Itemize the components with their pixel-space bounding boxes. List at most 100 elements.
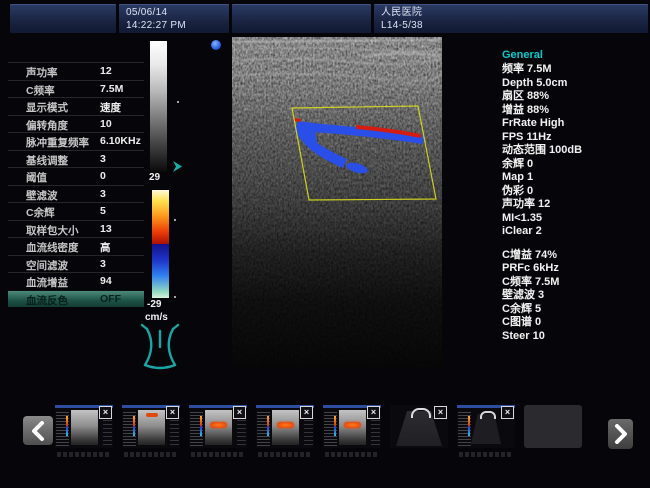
thumbnail-pager-dots <box>124 452 178 457</box>
exam-param: C频率 7.5M <box>502 276 648 290</box>
colorbar-positive <box>152 190 169 244</box>
param-label: 基线调整 <box>26 153 68 168</box>
grayscale-bar <box>150 41 167 172</box>
thumbnail-1[interactable]: × <box>55 405 113 448</box>
param-label: 血流增益 <box>26 275 68 290</box>
param-label: 声功率 <box>26 65 58 80</box>
thumbnail-6[interactable]: × <box>390 405 448 448</box>
thumb-left-strip <box>190 410 203 446</box>
parameter-table: 声功率12C频率7.5M显示模式速度偏转角度10脉冲重复频率6.10KHz基线调… <box>8 62 144 307</box>
filmstrip-prev-button[interactable] <box>23 416 53 445</box>
param-value: 3 <box>100 188 106 200</box>
param-label: C频率 <box>26 83 55 98</box>
hospital-name: 人民医院 <box>381 6 648 19</box>
thumb-left-strip <box>56 410 69 446</box>
ultrasound-app: 05/06/14 14:22:27 PM 人民医院 L14-5/38 声功率12… <box>0 0 650 488</box>
param-row-9[interactable]: C余辉5 <box>8 202 144 220</box>
exam-param: 伪彩 0 <box>502 185 648 199</box>
thumbnail-4[interactable]: × <box>256 405 314 448</box>
chevron-right-icon <box>614 424 628 444</box>
thumbnail-close-icon[interactable]: × <box>99 406 112 419</box>
header-empty-box-2 <box>232 4 371 33</box>
thumb-probe-arc <box>411 408 431 418</box>
param-row-1[interactable]: 声功率12 <box>8 62 144 80</box>
thumb-image <box>71 410 98 445</box>
param-row-13[interactable]: 血流增益 94 <box>8 272 144 290</box>
exam-param: 扇区 88% <box>502 90 648 104</box>
param-row-6[interactable]: 基线调整3 <box>8 150 144 168</box>
param-label: 壁滤波 <box>26 188 58 203</box>
param-value: 0 <box>100 170 106 182</box>
param-label: 脉冲重复频率 <box>26 135 89 150</box>
exam-param: Depth 5.0cm <box>502 77 648 91</box>
exam-param: Map 1 <box>502 171 648 185</box>
param-row-11[interactable]: 血流线密度 高 <box>8 237 144 255</box>
hospital-box: 人民医院 L14-5/38 <box>374 4 648 33</box>
thumb-flow-blob <box>210 422 227 428</box>
param-value: 速度 <box>100 100 121 115</box>
thumb-left-strip <box>257 410 270 446</box>
thumbnail-strip: × × × × × × × <box>55 405 582 448</box>
param-row-14[interactable]: 血流反色OFF <box>8 290 144 308</box>
thumb-left-strip <box>458 410 471 446</box>
tick-dot <box>174 219 176 221</box>
exam-param: C余辉 5 <box>502 303 648 317</box>
exam-param: 声功率 12 <box>502 198 648 212</box>
exam-parameters-panel: General 频率 7.5MDepth 5.0cm扇区 88%增益 88%Fr… <box>502 48 648 343</box>
thumbnail-close-icon[interactable]: × <box>501 406 514 419</box>
param-label: 取样包大小 <box>26 223 79 238</box>
thumbnail-close-icon[interactable]: × <box>434 406 447 419</box>
thumb-left-strip <box>123 410 136 446</box>
exam-param: 频率 7.5M <box>502 63 648 77</box>
thumbnail-close-icon[interactable]: × <box>166 406 179 419</box>
time-text: 14:22:27 PM <box>126 19 229 32</box>
preset-title: General <box>502 48 648 62</box>
param-row-12[interactable]: 空间滤波 3 <box>8 255 144 273</box>
filmstrip-next-button[interactable] <box>608 419 633 449</box>
param-value: 高 <box>100 240 111 255</box>
exam-param: Steer 10 <box>502 330 648 344</box>
exam-param: FPS 11Hz <box>502 131 648 145</box>
exam-param: 壁滤波 3 <box>502 289 648 303</box>
param-label: 空间滤波 <box>26 258 68 273</box>
thumbnail-7[interactable]: × <box>457 405 515 448</box>
colorbar-negative <box>152 244 169 298</box>
thumbnail-pager-dots <box>258 452 312 457</box>
param-label: 偏转角度 <box>26 118 68 133</box>
thumbnail-5[interactable]: × <box>323 405 381 448</box>
thumbnail-close-icon[interactable]: × <box>367 406 380 419</box>
color-mode-params: C增益 74%PRFc 6kHzC频率 7.5M壁滤波 3C余辉 5C图谱 0S… <box>502 249 648 344</box>
probe-model: L14-5/38 <box>381 19 648 32</box>
param-row-7[interactable]: 阈值0 <box>8 167 144 185</box>
ultrasound-image[interactable] <box>232 37 442 367</box>
param-value: 3 <box>100 258 106 270</box>
header-empty-box <box>10 4 116 33</box>
thumb-flow-blob <box>277 422 294 428</box>
thumbnail-3[interactable]: × <box>189 405 247 448</box>
param-row-10[interactable]: 取样包大小13 <box>8 220 144 238</box>
thumbnail-2[interactable]: × <box>122 405 180 448</box>
thumbnail-8[interactable] <box>524 405 582 448</box>
param-label: 显示模式 <box>26 100 68 115</box>
thumb-probe-arc <box>480 411 496 419</box>
thumbnail-close-icon[interactable]: × <box>233 406 246 419</box>
thumbnail-close-icon[interactable]: × <box>300 406 313 419</box>
chevron-left-icon <box>31 421 45 441</box>
exam-param: PRFc 6kHz <box>502 262 648 276</box>
thumb-flow-blob <box>146 413 158 417</box>
exam-param: C增益 74% <box>502 249 648 263</box>
param-value: 10 <box>100 118 112 130</box>
param-row-3[interactable]: 显示模式 速度 <box>8 97 144 115</box>
param-value: 94 <box>100 275 112 287</box>
exam-param: MI<1.35 <box>502 212 648 226</box>
thumb-left-strip <box>324 410 337 446</box>
thumbnail-pager-dots <box>459 452 513 457</box>
param-row-8[interactable]: 壁滤波 3 <box>8 185 144 203</box>
thumb-flow-blob <box>344 422 361 428</box>
param-row-5[interactable]: 脉冲重复频率6.10KHz <box>8 132 144 150</box>
param-row-4[interactable]: 偏转角度 10 <box>8 115 144 133</box>
param-row-2[interactable]: C频率7.5M <box>8 80 144 98</box>
velocity-max-label: 29 <box>149 172 160 183</box>
param-label: 血流线密度 <box>26 240 79 255</box>
param-label: 血流反色 <box>26 293 68 308</box>
